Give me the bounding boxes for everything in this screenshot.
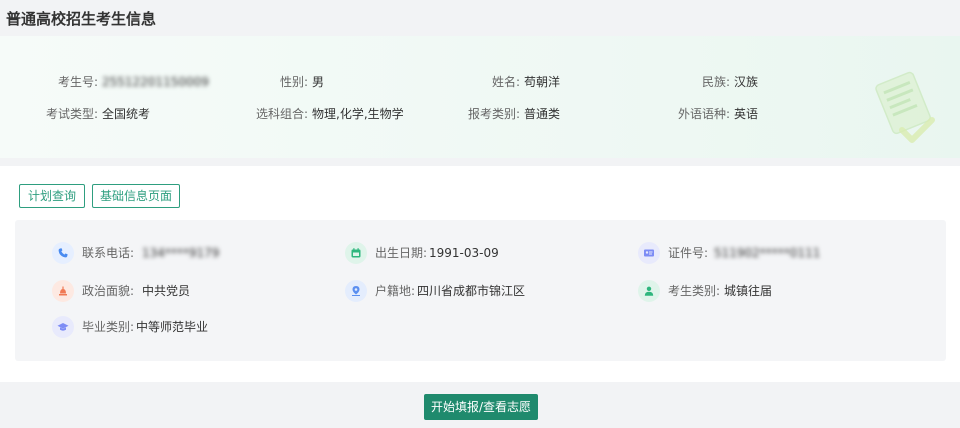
phone-value: 134****9179 (142, 246, 220, 260)
name-label: 姓名: (491, 75, 520, 89)
name-value: 苟朝洋 (524, 75, 561, 89)
birth-date-value: 1991-03-09 (429, 246, 499, 260)
id-number-label: 证件号: (668, 246, 709, 260)
political-status-value: 中共党员 (142, 284, 191, 298)
id-number-field: 证件号: 511902*****0111 (638, 242, 928, 264)
gender-value: 男 (312, 75, 325, 89)
summary-row-1: 考生号: 25512201150009 性别: 男 姓名: 苟朝洋 民族: 汉族 (0, 74, 960, 90)
political-status-label: 政治面貌: (82, 284, 135, 298)
location-icon (345, 280, 367, 302)
document-check-illustration-icon (875, 71, 935, 143)
phone-label: 联系电话: (82, 246, 135, 260)
personal-details-panel: 联系电话: 134****9179 出生日期: 1991-03-09 证件号: … (15, 220, 946, 361)
basic-info-page-button[interactable]: 基础信息页面 (92, 184, 180, 208)
foreign-language-value: 英语 (734, 107, 759, 121)
gender-label: 性别: (279, 75, 308, 89)
calendar-icon (345, 242, 367, 264)
party-icon (52, 280, 74, 302)
phone-icon (52, 242, 74, 264)
birth-date-label: 出生日期: (375, 246, 428, 260)
candidate-no-value: 25512201150009 (102, 75, 209, 89)
hukou-label: 户籍地: (375, 284, 416, 298)
candidate-type-value: 城镇往届 (724, 284, 773, 298)
birth-date-field: 出生日期: 1991-03-09 (345, 242, 625, 264)
graduation-type-label: 毕业类别: (82, 320, 135, 334)
candidate-no-label: 考生号: (57, 75, 98, 89)
apply-category-label: 报考类别: (467, 107, 520, 121)
foreign-language-label: 外语语种: (677, 107, 730, 121)
subjects-label: 选科组合: (255, 107, 308, 121)
subjects-value: 物理,化学,生物学 (312, 107, 404, 121)
phone-field: 联系电话: 134****9179 (52, 242, 332, 264)
candidate-type-field: 考生类别: 城镇往届 (638, 280, 928, 302)
graduation-cap-icon (52, 316, 74, 338)
start-application-button[interactable]: 开始填报/查看志愿 (424, 394, 538, 420)
apply-category-value: 普通类 (524, 107, 561, 121)
graduation-type-field: 毕业类别: 中等师范毕业 (52, 316, 332, 338)
exam-type-value: 全国统考 (102, 107, 151, 121)
ethnicity-label: 民族: (701, 75, 730, 89)
plan-query-button[interactable]: 计划查询 (19, 184, 85, 208)
id-number-value: 511902*****0111 (714, 246, 821, 260)
exam-type-label: 考试类型: (45, 107, 98, 121)
candidate-summary-panel: 考生号: 25512201150009 性别: 男 姓名: 苟朝洋 民族: 汉族… (0, 36, 960, 158)
hukou-value: 四川省成都市锦江区 (417, 284, 526, 298)
candidate-type-label: 考生类别: (668, 284, 721, 298)
hukou-field: 户籍地: 四川省成都市锦江区 (345, 280, 625, 302)
ethnicity-value: 汉族 (734, 75, 759, 89)
id-card-icon (638, 242, 660, 264)
graduation-type-value: 中等师范毕业 (136, 320, 209, 334)
person-icon (638, 280, 660, 302)
page-title: 普通高校招生考生信息 (6, 10, 157, 28)
summary-row-2: 考试类型: 全国统考 选科组合: 物理,化学,生物学 报考类别: 普通类 外语语… (0, 106, 960, 122)
basic-info-section: 计划查询 基础信息页面 联系电话: 134****9179 出生日期: 1991… (0, 166, 960, 382)
political-status-field: 政治面貌: 中共党员 (52, 280, 332, 302)
